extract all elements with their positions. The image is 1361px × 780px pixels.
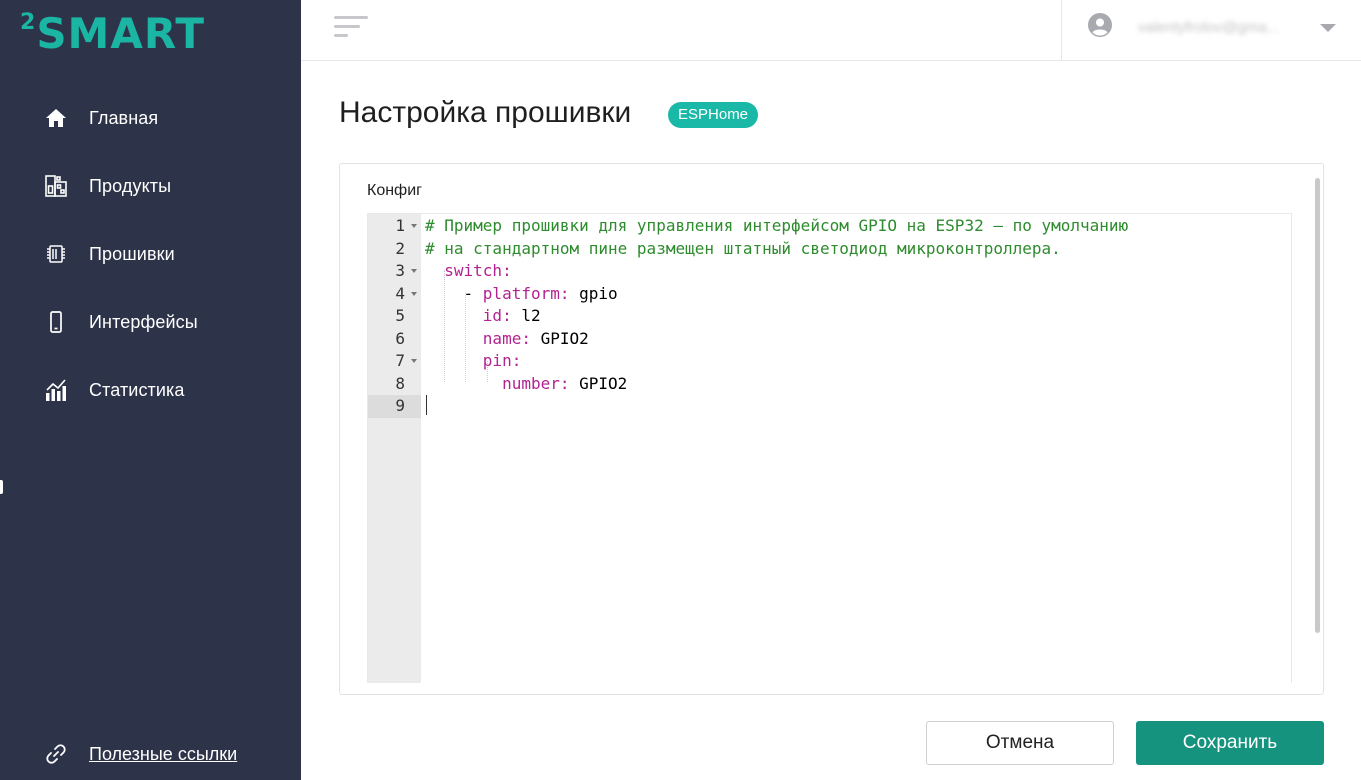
line-number: 4 [368,283,421,306]
code-token-val [425,329,483,348]
stats-icon [44,378,68,402]
line-number-text: 7 [395,351,405,370]
scrollbar[interactable] [1315,178,1320,633]
useful-links[interactable]: Полезные ссылки [44,742,237,766]
logo-text: SMART [36,9,205,58]
top-header: valentyfrolov@gma... [301,0,1361,61]
code-token-val: GPIO2 [530,328,589,348]
chip-icon [44,242,68,266]
code-token-val [425,306,483,325]
logo[interactable]: 2 SMART [20,12,205,56]
useful-links-label: Полезные ссылки [89,743,238,764]
line-number: 2 [368,238,421,261]
code-token-comment: # Пример прошивки для управления интерфе… [425,216,1129,235]
text-cursor [426,395,427,415]
save-button[interactable]: Сохранить [1136,721,1324,765]
code-editor[interactable]: # Пример прошивки для управления интерфе… [367,213,1292,683]
line-number: 1 [368,215,421,238]
phone-icon [44,310,68,334]
products-icon [44,174,68,198]
fold-arrow-icon[interactable] [411,291,417,296]
sidebar-item-label: Главная [89,107,159,128]
sidebar-item-statistics[interactable]: Статистика [0,356,301,424]
code-line: # Пример прошивки для управления интерфе… [425,215,1128,238]
logo-superscript: 2 [20,10,36,35]
code-token-val [425,261,444,280]
line-number-text: 5 [395,306,405,325]
sidebar-item-label: Продукты [89,175,172,196]
page-title: Настройка прошивки [339,96,632,129]
line-number-text: 3 [395,261,405,280]
code-token-key: number: [502,373,570,393]
code-token-key: name: [482,328,531,348]
sidebar-nav: Главная Продукты Прошивки Интерфейсы Ста… [0,84,301,424]
code-token-key: pin: [482,351,522,370]
cancel-button[interactable]: Отмена [926,721,1114,765]
sidebar-item-label: Прошивки [89,243,175,264]
code-line: pin: [425,350,522,373]
code-token-val: l2 [511,306,541,325]
code-token-comment: # на стандартном пине размещен штатный с… [425,238,1061,258]
code-line: - platform: gpio [425,283,618,306]
sidebar: 2 SMART Главная Продукты Прошивки Интерф… [0,0,301,780]
code-line: number: GPIO2 [425,373,627,396]
firmware-type-badge: ESPHome [668,102,759,128]
code-token-val: GPIO2 [569,373,628,393]
code-token-key: switch: [444,261,512,280]
editor-code-area[interactable]: # Пример прошивки для управления интерфе… [425,214,1291,683]
sidebar-item-interfaces[interactable]: Интерфейсы [0,288,301,356]
line-number: 3 [368,260,421,283]
sidebar-resize-handle[interactable] [0,480,3,494]
line-number: 9 [368,395,421,418]
code-line: switch: [425,260,512,283]
fold-arrow-icon[interactable] [411,269,417,273]
line-number-text: 1 [395,216,405,235]
code-token-key: platform: [482,283,570,303]
code-token-val [425,374,502,393]
line-number: 7 [368,350,421,373]
link-icon [44,742,68,766]
sidebar-item-label: Статистика [89,379,185,400]
line-number: 5 [368,305,421,328]
line-number-text: 4 [395,283,405,303]
code-token-val: - [425,283,483,303]
chevron-down-icon [1320,24,1336,32]
code-line: name: GPIO2 [425,328,589,351]
menu-toggle-icon[interactable] [334,16,368,42]
line-number-text: 8 [395,373,405,393]
user-email: valentyfrolov@gma... [1138,19,1280,36]
fold-arrow-icon[interactable] [411,359,417,363]
config-card: Конфиг # Пример прошивки для управления … [339,163,1324,695]
sidebar-item-products[interactable]: Продукты [0,152,301,220]
code-token-key: id: [482,306,512,325]
sidebar-item-home[interactable]: Главная [0,84,301,152]
line-number: 6 [368,328,421,351]
line-number-text: 9 [395,396,405,415]
sidebar-item-label: Интерфейсы [89,311,198,332]
fold-arrow-icon[interactable] [411,224,417,228]
code-line: # на стандартном пине размещен штатный с… [425,238,1061,261]
home-icon [44,106,68,130]
line-number: 8 [368,373,421,396]
code-token-val [425,351,483,370]
code-token-val: gpio [569,283,618,303]
line-number-text: 6 [395,328,405,348]
user-menu[interactable]: valentyfrolov@gma... [1061,0,1361,60]
user-avatar-icon [1088,13,1112,37]
config-label: Конфиг [367,182,422,199]
sidebar-item-firmware[interactable]: Прошивки [0,220,301,288]
code-line: id: l2 [425,305,541,328]
line-number-text: 2 [395,238,405,258]
